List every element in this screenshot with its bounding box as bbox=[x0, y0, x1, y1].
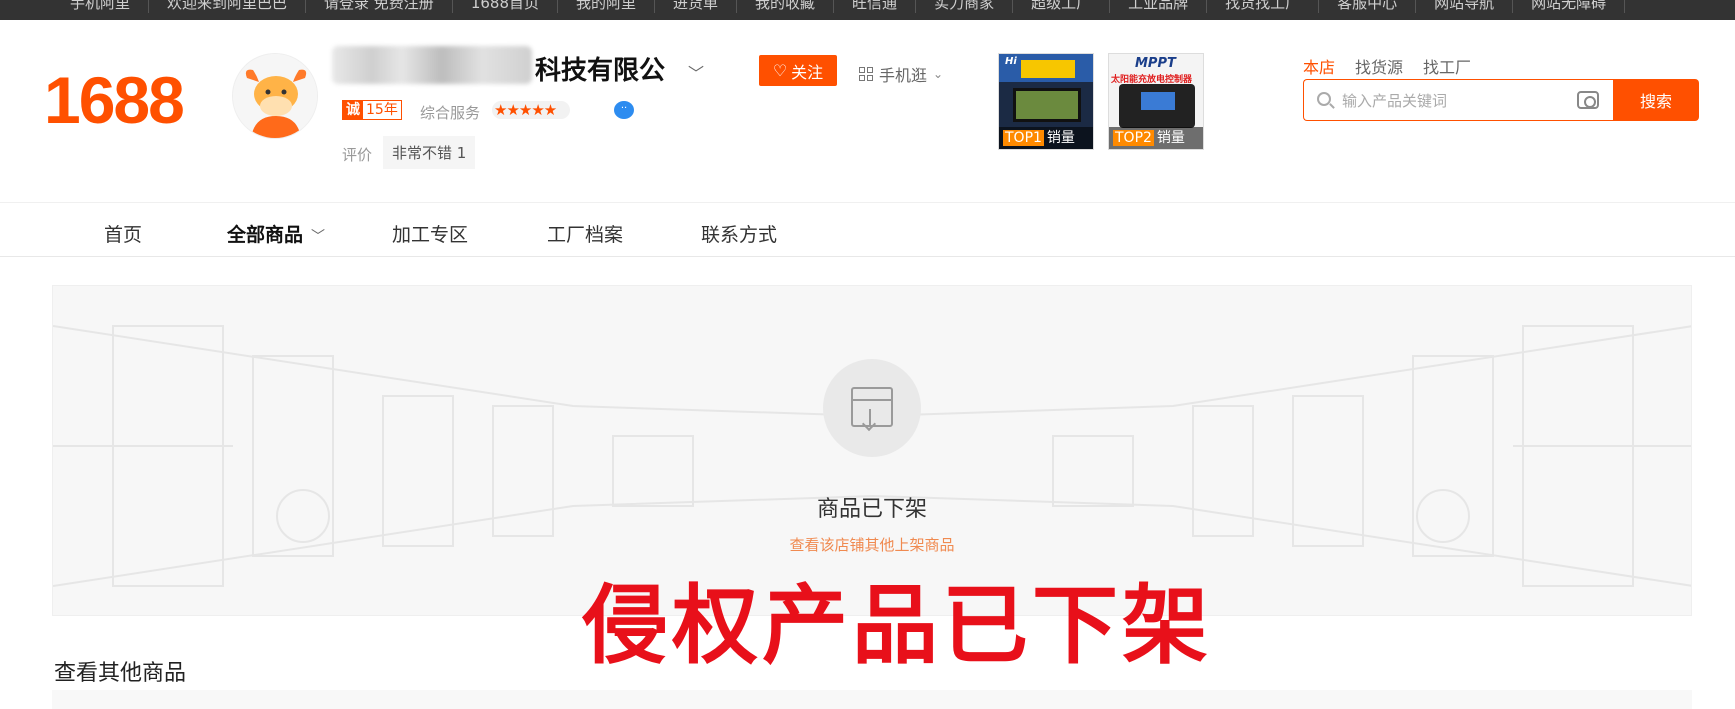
search-input[interactable] bbox=[1342, 90, 1562, 112]
top-utility-link[interactable]: 实力商家 bbox=[916, 0, 1014, 13]
nav-item-home[interactable]: 首页 bbox=[104, 220, 142, 247]
nav-item-all-products[interactable]: 全部商品 ﹀ bbox=[227, 220, 325, 247]
top-utility-link[interactable]: 网站无障碍 bbox=[1513, 0, 1626, 13]
other-products-area bbox=[52, 690, 1692, 709]
chevron-down-icon[interactable]: ﹀ bbox=[688, 60, 704, 84]
product-brand: MPPT bbox=[1135, 56, 1176, 71]
nav-item-contact[interactable]: 联系方式 bbox=[701, 220, 777, 247]
top-rank-label: 销量 bbox=[1046, 130, 1075, 146]
shop-header: 1688 科技有限公 ﹀ 诚 15年 综合服务 ★★★★★ ·· 评价 非常不错… bbox=[0, 20, 1735, 202]
evaluation-value: 非常不错 1 bbox=[383, 136, 476, 169]
cheng-badge-years: 15年 bbox=[366, 102, 398, 118]
empty-box-icon bbox=[823, 359, 921, 457]
top-rank-tag: TOP2 销量 bbox=[1109, 127, 1203, 149]
heart-plus-icon: ♡ bbox=[772, 61, 788, 80]
top-rank: TOP2 bbox=[1113, 130, 1154, 146]
follow-button[interactable]: ♡ 关注 bbox=[759, 55, 837, 86]
nav-item-factory-profile[interactable]: 工厂档案 bbox=[547, 220, 623, 247]
product-device-image bbox=[1119, 84, 1195, 128]
top-product-1[interactable]: Hi TOP1 销量 bbox=[998, 53, 1094, 150]
qr-grid-icon bbox=[859, 67, 873, 81]
top-rank-label: 销量 bbox=[1156, 130, 1185, 146]
top-utility-link[interactable]: 进货单 bbox=[655, 0, 738, 13]
shop-avatar[interactable] bbox=[232, 53, 318, 139]
nav-item-processing[interactable]: 加工专区 bbox=[392, 220, 468, 247]
cheng-badge-label: 诚 bbox=[343, 101, 363, 119]
camera-icon[interactable] bbox=[1577, 91, 1599, 109]
search-scope-tabs: 本店 找货源 找工厂 bbox=[1303, 54, 1471, 78]
search-scope-tab[interactable]: 本店 bbox=[1303, 54, 1335, 78]
search-box bbox=[1303, 79, 1613, 121]
top-utility-link[interactable]: 旺信通 bbox=[834, 0, 917, 13]
product-image-highlight bbox=[1021, 60, 1075, 78]
service-label: 综合服务 bbox=[420, 104, 481, 122]
rating-stars: ★★★★★ bbox=[492, 101, 571, 119]
top-utility-link[interactable]: 我的阿里 bbox=[558, 0, 656, 13]
top-utility-link[interactable]: 找货找工厂 bbox=[1207, 0, 1320, 13]
nav-item-label: 全部商品 bbox=[227, 224, 304, 246]
top-rank: TOP1 bbox=[1003, 130, 1044, 146]
top-utility-link[interactable]: 手机阿里 bbox=[52, 0, 150, 13]
top-utility-link[interactable]: 欢迎来到阿里巴巴 bbox=[149, 0, 307, 13]
shop-nav: 首页 全部商品 ﹀ 加工专区 工厂档案 联系方式 bbox=[0, 202, 1735, 257]
search-scope-tab[interactable]: 找工厂 bbox=[1423, 54, 1471, 78]
search-icon bbox=[1317, 92, 1331, 106]
chevron-down-icon: ﹀ bbox=[311, 229, 326, 245]
other-products-heading: 查看其他商品 bbox=[54, 661, 187, 686]
top-utility-link[interactable]: 工业品牌 bbox=[1110, 0, 1208, 13]
view-other-products-link[interactable]: 查看该店铺其他上架商品 bbox=[53, 534, 1691, 555]
top-product-2[interactable]: MPPT 太阳能充放电控制器 TOP2 销量 bbox=[1108, 53, 1204, 150]
top-rank-tag: TOP1 销量 bbox=[999, 127, 1093, 149]
shop-name[interactable]: 科技有限公 bbox=[535, 50, 665, 87]
mobile-browse-label: 手机逛 bbox=[879, 66, 928, 85]
follow-button-label: 关注 bbox=[791, 62, 824, 82]
top-utility-link[interactable]: 1688首页 bbox=[453, 0, 558, 13]
top-utility-link[interactable]: 网站导航 bbox=[1416, 0, 1514, 13]
product-device-image bbox=[1013, 88, 1081, 122]
mobile-browse-link[interactable]: 手机逛 ⌄ bbox=[859, 62, 943, 86]
empty-state-title: 商品已下架 bbox=[816, 497, 927, 522]
site-logo[interactable]: 1688 bbox=[44, 62, 185, 138]
top-utility-link[interactable]: 请登录 免费注册 bbox=[306, 0, 453, 13]
shop-name-blurred bbox=[332, 46, 532, 84]
infringement-overlay-text: 侵权产品已下架 bbox=[582, 576, 1212, 676]
evaluation-label: 评价 bbox=[342, 146, 373, 164]
chat-icon[interactable]: ·· bbox=[614, 101, 634, 119]
top-utility-link[interactable]: 超级工厂 bbox=[1013, 0, 1111, 13]
search-button[interactable]: 搜索 bbox=[1613, 79, 1699, 121]
chengxintong-badge: 诚 15年 bbox=[342, 100, 402, 120]
top-utility-link[interactable]: 客服中心 bbox=[1319, 0, 1417, 13]
chevron-down-icon: ⌄ bbox=[933, 67, 944, 81]
search-scope-tab[interactable]: 找货源 bbox=[1355, 54, 1403, 78]
cow-mascot-icon bbox=[233, 54, 317, 138]
product-brand: Hi bbox=[1005, 56, 1017, 67]
top-utility-links: 手机阿里 欢迎来到阿里巴巴 请登录 免费注册 1688首页 我的阿里 进货单 我的收藏 旺信通… bbox=[52, 0, 1626, 13]
top-utility-bar: 手机阿里 欢迎来到阿里巴巴 请登录 免费注册 1688首页 我的阿里 进货单 我的收藏 旺信通… bbox=[0, 0, 1735, 20]
top-utility-link[interactable]: 我的收藏 bbox=[737, 0, 835, 13]
